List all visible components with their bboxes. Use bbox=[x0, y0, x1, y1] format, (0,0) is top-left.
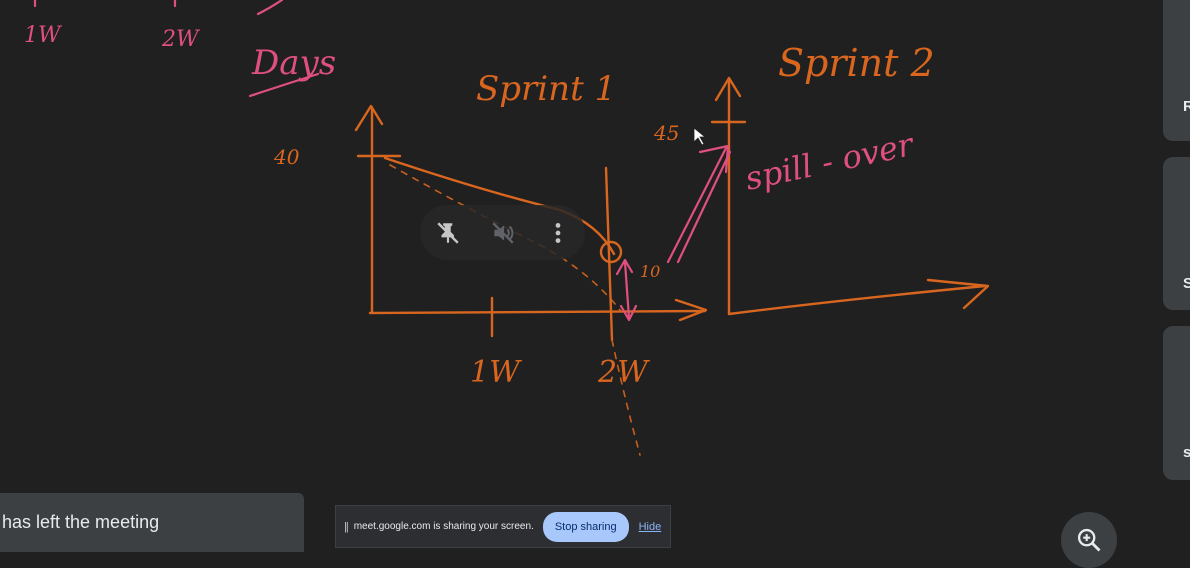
partial-stroke bbox=[256, 0, 284, 16]
value-45: 45 bbox=[653, 121, 679, 145]
participant-tile[interactable]: S bbox=[1163, 157, 1190, 310]
stop-sharing-button[interactable]: Stop sharing bbox=[542, 511, 629, 542]
participant-tile[interactable]: R bbox=[1163, 0, 1190, 141]
sprint2-title: Sprint 2 bbox=[778, 41, 935, 85]
zoom-in-icon bbox=[1077, 528, 1101, 552]
whiteboard-canvas: 1W 2W Days Sprint 1 40 1W 2W 10 Sprint 2… bbox=[24, 0, 990, 456]
volume-off-icon bbox=[491, 221, 514, 244]
sprint1-title: Sprint 1 bbox=[476, 69, 616, 109]
value-10: 10 bbox=[640, 262, 660, 281]
label-1w: 1W bbox=[470, 355, 522, 390]
sprint2-x-axis bbox=[727, 284, 987, 316]
value-40: 40 bbox=[273, 145, 300, 169]
sprint1-y-arrow bbox=[354, 104, 384, 132]
unpin-icon bbox=[436, 221, 459, 244]
screen-share-bar: || meet.google.com is sharing your scree… bbox=[335, 505, 671, 548]
remaining-arrow bbox=[623, 260, 631, 320]
more-options-button[interactable] bbox=[540, 215, 576, 251]
unpin-button[interactable] bbox=[430, 215, 466, 251]
hide-link[interactable]: Hide bbox=[639, 521, 662, 533]
label-2w-top: 2W bbox=[161, 27, 201, 52]
tick-2w bbox=[604, 166, 614, 342]
toast-text: has left the meeting bbox=[2, 512, 160, 532]
mouse-cursor-icon bbox=[693, 127, 707, 146]
zoom-button[interactable] bbox=[1061, 512, 1117, 568]
label-1w-top: 1W bbox=[24, 23, 63, 48]
participant-initial: R bbox=[1183, 98, 1190, 115]
presentation-hover-controls bbox=[420, 205, 585, 260]
left-meeting-toast: has left the meeting bbox=[0, 493, 304, 552]
label-2w: 2W bbox=[597, 355, 650, 390]
sprint1-x-axis bbox=[368, 309, 707, 315]
participant-tile[interactable]: s bbox=[1163, 326, 1190, 480]
participant-initial: S bbox=[1183, 275, 1190, 292]
spill-over-arrow bbox=[666, 146, 728, 264]
sprint2-x-arrow bbox=[926, 278, 990, 310]
spill-over-arrow-2 bbox=[676, 150, 732, 264]
more-vert-icon bbox=[555, 222, 560, 243]
mute-button[interactable] bbox=[485, 215, 521, 251]
sharing-status-text: meet.google.com is sharing your screen. bbox=[353, 521, 534, 532]
participant-initial: s bbox=[1183, 444, 1190, 461]
remaining-point-circle bbox=[599, 240, 623, 264]
drag-handle-icon[interactable]: || bbox=[344, 521, 349, 533]
days-label: Days bbox=[251, 43, 336, 83]
spill-over-label: spill - over bbox=[742, 125, 918, 198]
